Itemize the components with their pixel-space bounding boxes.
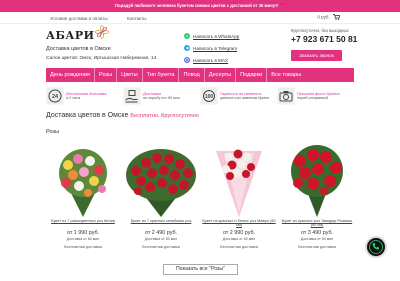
feature-freshness-guarantee: 100 Гарантия на свежесть цветов или замен… <box>200 86 277 106</box>
max-link[interactable]: Написать в MAX <box>184 54 239 66</box>
product-price: от 2 990 руб. <box>222 230 256 236</box>
max-link-label[interactable]: Написать в MAX <box>193 58 228 63</box>
product-price: от 2 490 руб. <box>144 230 178 236</box>
feature-delivery-time: Доставка по городу от 60 мин <box>123 86 200 106</box>
product-price: от 1 990 руб. <box>66 230 100 236</box>
product-delivery-time: Доставка от 60 мин <box>300 237 334 241</box>
promo-banner: Порадуй любимого человека букетом свежих… <box>0 0 400 12</box>
floating-call-button[interactable] <box>367 238 385 256</box>
product-name[interactable]: Букет из 7 красных кенийских роз <box>124 218 198 228</box>
features-row: 24 Бесплатная доставка в 2 часа Доставка п… <box>46 86 354 106</box>
product-card[interactable]: Букет из 7 разноцветных роз Кения от 1 9… <box>46 143 120 249</box>
cart-total: 0 руб. <box>317 14 330 20</box>
product-image-mixed-roses[interactable] <box>46 143 120 217</box>
product-delivery-time: Доставка от 60 мин <box>66 237 100 241</box>
nav-item-roses[interactable]: Розы <box>95 68 118 82</box>
section-title-roses: Розы <box>46 129 60 135</box>
product-free-delivery: Бесплатная доставка <box>220 245 258 249</box>
main-navigation: День рождения Розы Цветы Тип букета Пово… <box>46 68 354 82</box>
order-call-button[interactable]: Заказать звонок <box>291 50 342 61</box>
show-all-roses-button[interactable]: Показать все "Розы" <box>163 264 238 275</box>
logo-text: АБАРИ <box>46 29 95 42</box>
camera-icon <box>277 87 295 105</box>
product-free-delivery: Бесплатная доставка <box>142 245 180 249</box>
clock-24-icon: 24 <box>46 87 64 105</box>
nav-item-all-products[interactable]: Все товары <box>267 68 305 82</box>
product-card[interactable]: Букет из 7 красных кенийских роз от 2 49… <box>124 143 198 249</box>
cart-icon <box>333 14 341 21</box>
whatsapp-icon <box>184 33 190 39</box>
feature-freshness-title: Гарантия на свежесть <box>220 91 262 96</box>
feature-delivery-time-title: Доставка <box>143 91 161 96</box>
phone-number[interactable]: +7 923 671 50 81 <box>291 34 357 44</box>
product-name[interactable]: Букет из красных и белых роз Мавро (60 с… <box>202 218 276 228</box>
telegram-icon <box>184 45 190 51</box>
svg-text:100: 100 <box>205 94 214 100</box>
product-card[interactable]: Букет из красных и белых роз Мавро (60 с… <box>202 143 276 249</box>
nav-item-flowers[interactable]: Цветы <box>117 68 143 82</box>
product-card[interactable]: Букет из красных роз Эквадор Розиньо (50… <box>280 143 354 249</box>
delivery-terms-link[interactable]: Условия доставки и оплаты <box>50 16 108 21</box>
telegram-link-label[interactable]: Написать в Telegram <box>193 46 237 51</box>
feature-free-delivery: 24 Бесплатная доставка в 2 часа <box>46 86 123 106</box>
delivery-hand-icon <box>123 87 141 105</box>
feature-photo-detail: перед отправкой <box>297 96 329 100</box>
nav-item-gifts[interactable]: Подарки <box>236 68 268 82</box>
whatsapp-link-label[interactable]: Написать в WhatsApp <box>193 34 239 39</box>
nav-item-occasion[interactable]: Повод <box>179 68 205 82</box>
product-image-ecuador-roses[interactable] <box>280 143 354 217</box>
cart[interactable]: 0 руб. <box>317 14 341 21</box>
page-title-text: Доставка цветов в Омске <box>46 112 129 119</box>
product-delivery-time: Доставка от 60 мин <box>222 237 256 241</box>
page-title: Доставка цветов в Омске Бесплатно, Кругл… <box>46 112 199 119</box>
product-free-delivery: Бесплатная доставка <box>298 245 336 249</box>
feature-photo-title: Пришлем фото букета <box>297 91 340 96</box>
feature-free-delivery-detail: в 2 часа <box>66 96 81 100</box>
nav-item-birthday[interactable]: День рождения <box>46 68 95 82</box>
svg-text:24: 24 <box>52 94 59 100</box>
page-subtitle: Бесплатно, Круглосуточно <box>130 113 199 119</box>
feature-delivery-time-detail: по городу от 60 мин <box>143 96 180 100</box>
working-hours: Круглосуточно, без выходных <box>291 28 349 33</box>
product-image-red-white-roses[interactable] <box>202 143 276 217</box>
product-delivery-time: Доставка от 60 мин <box>144 237 178 241</box>
site-tagline: Доставка цветов в Омске <box>46 46 111 52</box>
site-logo[interactable]: АБАРИ <box>46 25 109 44</box>
product-name[interactable]: Букет из красных роз Эквадор Розиньо (50… <box>280 218 354 228</box>
feature-free-delivery-title: Бесплатная доставка <box>66 91 107 96</box>
contacts-link[interactable]: Контакты <box>127 16 146 21</box>
product-name[interactable]: Букет из 7 разноцветных роз Кения <box>46 218 120 228</box>
phone-icon <box>369 240 383 254</box>
nav-item-desserts[interactable]: Десерты <box>205 68 237 82</box>
contact-block: Круглосуточно, без выходных +7 923 671 5… <box>291 28 357 62</box>
guarantee-icon: 100 <box>200 87 218 105</box>
telegram-link[interactable]: Написать в Telegram <box>184 42 239 54</box>
salon-address: Салон цветов: Омск, Иртышская Набережная… <box>46 56 157 61</box>
product-grid: Букет из 7 разноцветных роз Кения от 1 9… <box>46 143 354 249</box>
feature-freshness-detail: цветов или заменим букет <box>220 96 270 100</box>
product-price: от 3 490 руб. <box>300 230 334 236</box>
product-free-delivery: Бесплатная доставка <box>64 245 102 249</box>
top-navigation: Условия доставки и оплаты Контакты 0 руб… <box>0 12 400 24</box>
flower-logo-icon <box>95 25 109 44</box>
whatsapp-link[interactable]: Написать в WhatsApp <box>184 30 239 42</box>
nav-item-bouquet-type[interactable]: Тип букета <box>143 68 180 82</box>
feature-photo-before-sending: Пришлем фото букета перед отправкой <box>277 86 354 106</box>
promo-text: Порадуй любимого человека букетом свежих… <box>115 3 285 8</box>
max-icon <box>184 57 190 63</box>
product-image-red-roses[interactable] <box>124 143 198 217</box>
messenger-links: Написать в WhatsApp Написать в Telegram … <box>184 30 239 66</box>
